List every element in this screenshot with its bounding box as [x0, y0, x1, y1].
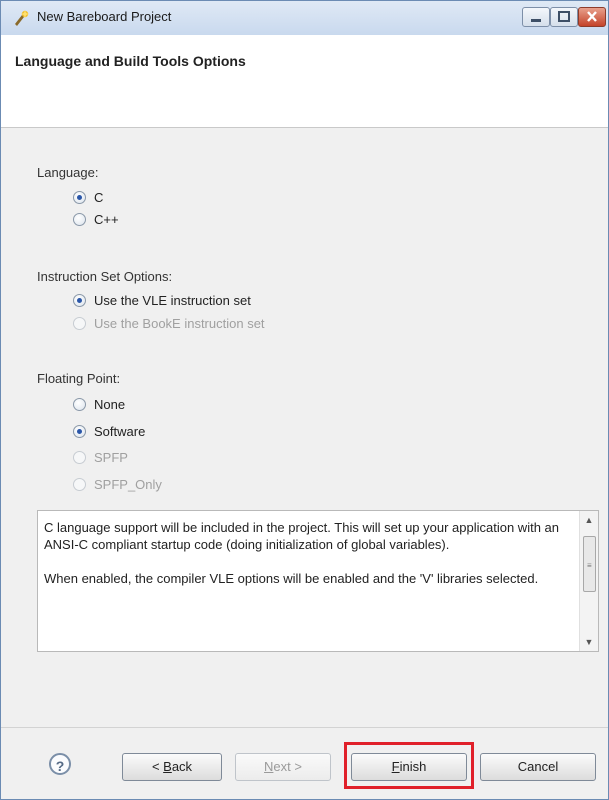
radio-disabled-icon [73, 316, 86, 330]
wizard-header: Language and Build Tools Options [1, 35, 608, 128]
minimize-icon [531, 19, 541, 22]
radio-label: Software [94, 423, 146, 439]
back-label-rest: ack [171, 759, 193, 774]
description-textbox[interactable]: C language support will be included in t… [37, 510, 599, 652]
description-paragraph: C language support will be included in t… [44, 520, 559, 552]
back-button[interactable]: < Back [122, 753, 222, 781]
grip-icon: ≡ [587, 561, 592, 570]
radio-selected-icon [73, 190, 86, 204]
radio-label: C++ [94, 211, 119, 227]
scroll-thumb[interactable]: ≡ [583, 536, 596, 592]
maximize-icon [558, 11, 570, 22]
cancel-button[interactable]: Cancel [480, 753, 596, 781]
page-title: Language and Build Tools Options [15, 53, 246, 69]
next-button: Next > [235, 753, 331, 781]
highlight-box [344, 742, 474, 789]
window-title: New Bareboard Project [37, 9, 172, 24]
floating-point-label: Floating Point: [37, 371, 121, 386]
help-button[interactable]: ? [49, 753, 71, 775]
radio-label: Use the VLE instruction set [94, 292, 251, 308]
radio-fp-none[interactable]: None [73, 394, 125, 414]
scroll-down-arrow-icon[interactable]: ▼ [584, 637, 594, 647]
radio-vle-instruction-set[interactable]: Use the VLE instruction set [73, 290, 251, 310]
radio-unselected-icon [73, 397, 86, 411]
radio-label: None [94, 396, 126, 412]
radio-label: SPFP_Only [94, 476, 162, 492]
radio-language-c[interactable]: C [73, 187, 103, 207]
radio-disabled-icon [73, 477, 86, 491]
minimize-button[interactable] [522, 7, 550, 27]
radio-label: SPFP [94, 449, 128, 465]
next-mnemonic: N [264, 759, 274, 774]
next-label-rest: ext > [273, 759, 302, 774]
instruction-set-label: Instruction Set Options: [37, 269, 173, 284]
new-project-dialog: New Bareboard Project Language and Build… [0, 0, 609, 800]
back-mnemonic: B [163, 759, 172, 774]
radio-selected-icon [73, 293, 86, 307]
radio-unselected-icon [73, 212, 86, 226]
maximize-button[interactable] [550, 7, 578, 27]
close-icon [587, 11, 597, 22]
back-prefix: < [151, 759, 164, 774]
description-paragraph: When enabled, the compiler VLE options w… [44, 571, 539, 586]
scroll-up-arrow-icon[interactable]: ▲ [584, 515, 594, 525]
radio-selected-icon [73, 424, 86, 438]
radio-label: C [94, 189, 104, 205]
close-button[interactable] [578, 7, 606, 27]
wizard-icon [15, 10, 29, 26]
radio-fp-spfp: SPFP [73, 447, 128, 467]
radio-label: Use the BookE instruction set [94, 315, 265, 331]
radio-booke-instruction-set: Use the BookE instruction set [73, 313, 265, 333]
radio-language-cpp[interactable]: C++ [73, 209, 119, 229]
radio-fp-spfp-only: SPFP_Only [73, 474, 162, 494]
description-text: C language support will be included in t… [44, 519, 574, 604]
description-scrollbar[interactable]: ▲ ≡ ▼ [579, 511, 598, 651]
radio-fp-software[interactable]: Software [73, 421, 145, 441]
footer-divider [1, 727, 608, 728]
language-label: Language: [37, 165, 99, 180]
radio-disabled-icon [73, 450, 86, 464]
title-bar[interactable]: New Bareboard Project [1, 1, 608, 35]
